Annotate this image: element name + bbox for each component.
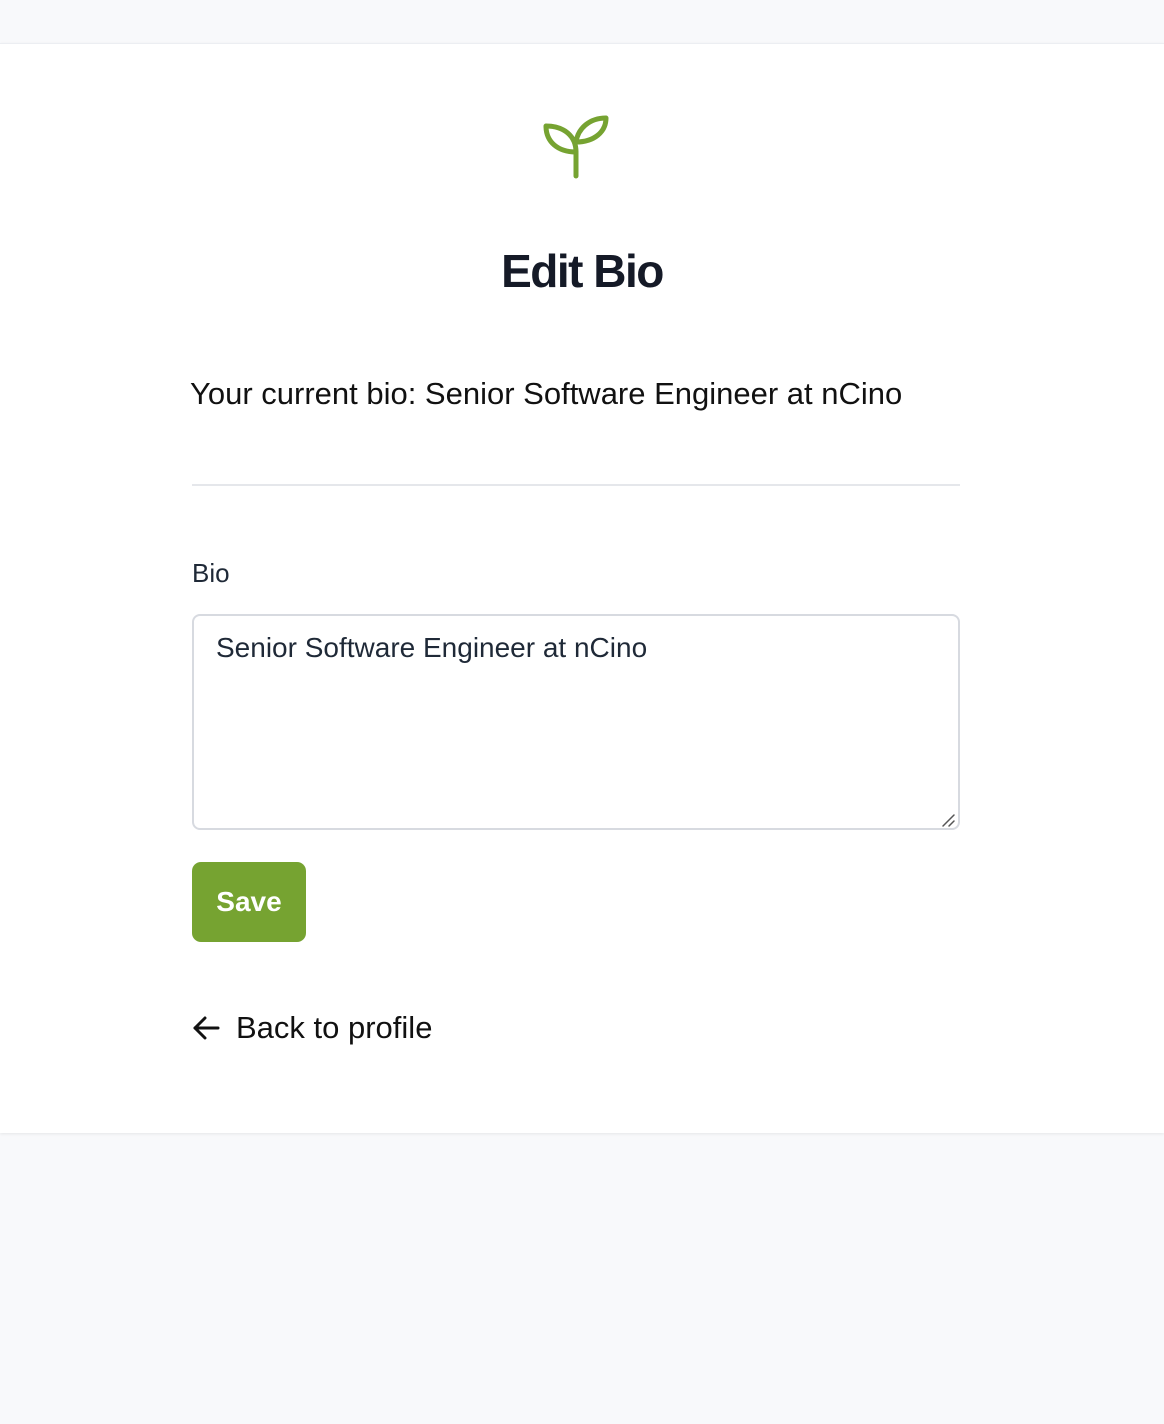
bio-field-label: Bio [192, 558, 230, 588]
edit-bio-card: Edit Bio Your current bio: Senior Softwa… [0, 43, 1164, 1133]
bio-textarea[interactable] [192, 614, 960, 830]
divider [192, 484, 960, 486]
current-bio-text: Your current bio: Senior Software Engine… [190, 376, 903, 411]
back-to-profile-label: Back to profile [236, 1010, 433, 1045]
resize-handle-icon[interactable] [940, 812, 956, 828]
page-title: Edit Bio [501, 245, 664, 297]
save-button[interactable]: Save [192, 862, 306, 942]
sprout-icon [543, 115, 609, 179]
back-to-profile-link[interactable]: Back to profile [190, 1010, 432, 1046]
arrow-left-icon [193, 1016, 220, 1040]
